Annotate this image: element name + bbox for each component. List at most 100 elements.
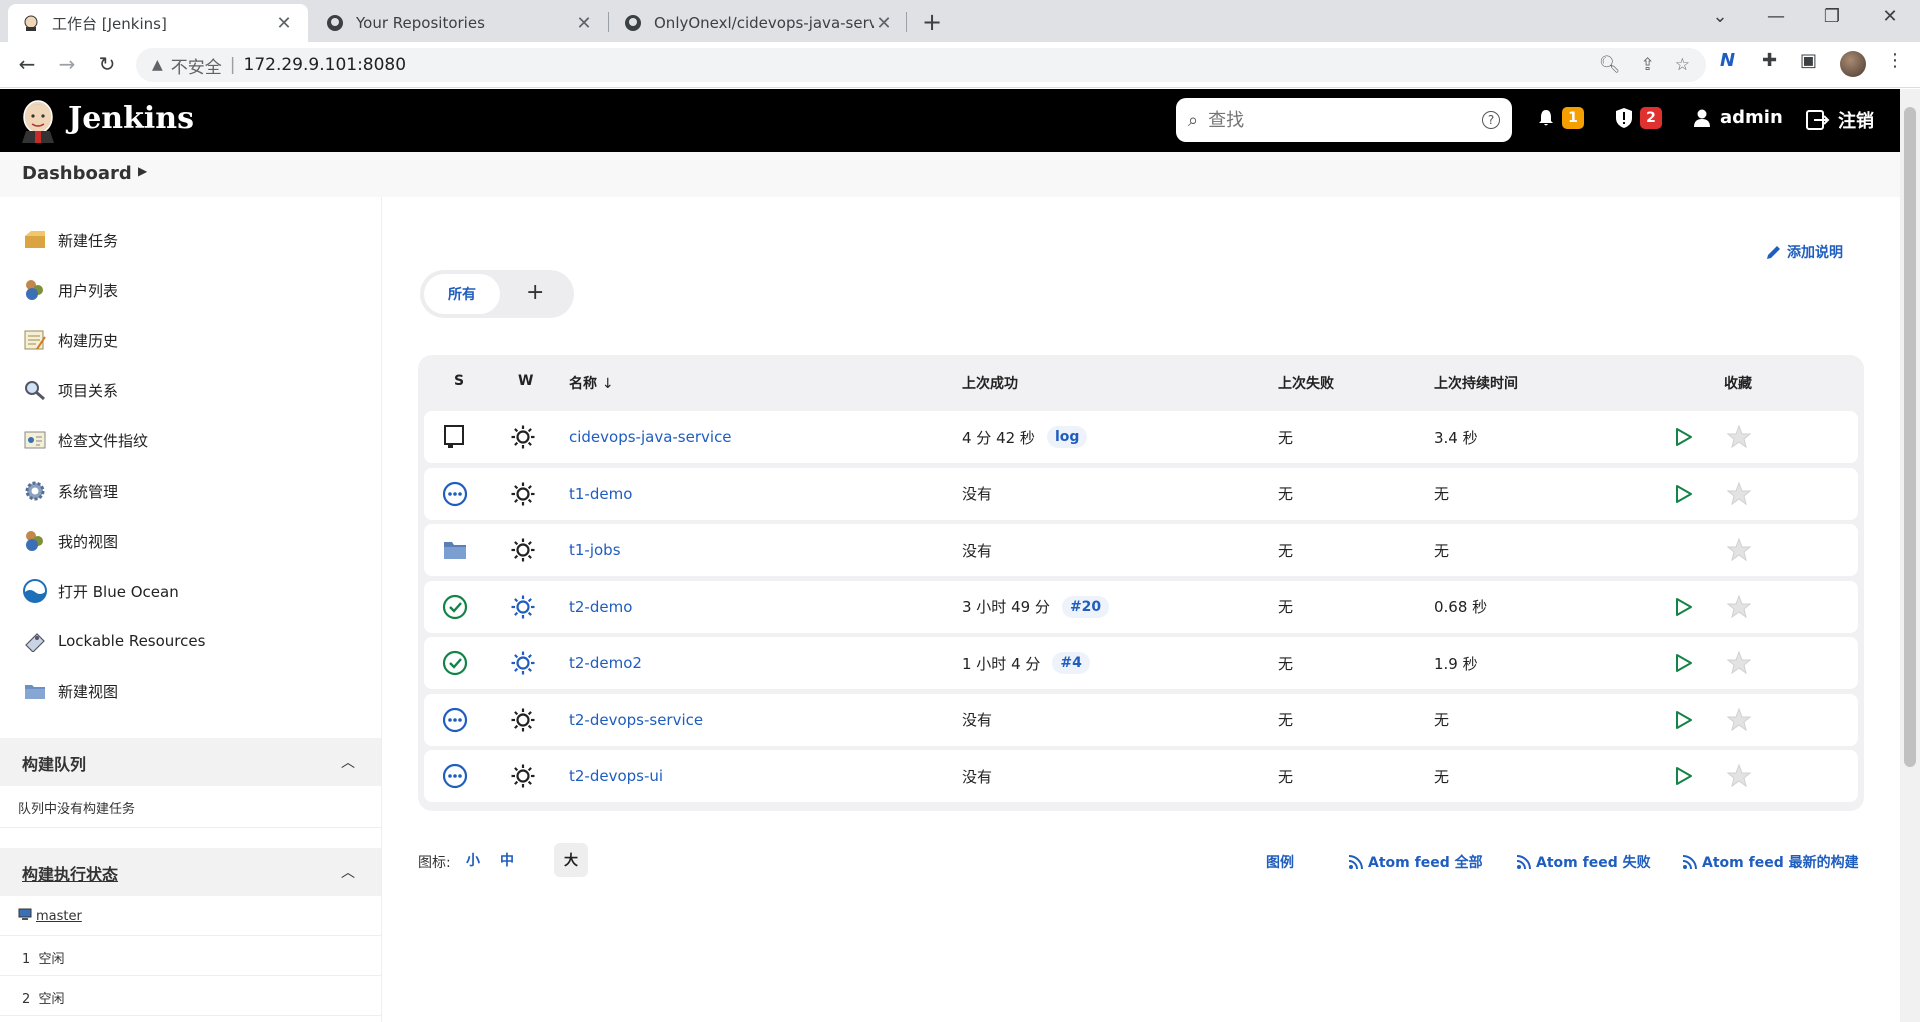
play-build-icon[interactable] [1672,411,1694,463]
icon-size-small-button[interactable]: 小 [456,843,490,877]
job-name-link[interactable]: t2-demo2 [569,637,642,689]
column-last-success[interactable]: 上次成功 [962,373,1018,393]
weather-sunny-icon[interactable] [510,694,536,746]
restore-button[interactable]: ❐ [1812,6,1852,27]
breadcrumb-dashboard[interactable]: Dashboard [22,163,132,184]
sidebar-item-new-item[interactable]: 新建任务 [22,225,118,255]
close-icon[interactable]: ✕ [574,13,594,34]
chevron-up-icon[interactable]: ︿ [341,862,355,882]
executor-node[interactable]: master [18,908,82,925]
favorite-star-icon[interactable] [1726,411,1752,463]
address-bar[interactable]: ▲ 不安全 | 172.29.9.101:8080 🔍︎ ⇪ ☆ [136,48,1706,82]
sidebar-item-build-history[interactable]: 构建历史 [22,325,118,355]
atom-feed-latest-link[interactable]: Atom feed 最新的构建 [1682,852,1859,872]
weather-sunny-icon[interactable] [510,637,536,689]
back-button[interactable]: ← [12,52,42,76]
sidebar-item-new-view[interactable]: 新建视图 [22,676,118,706]
favorite-star-icon[interactable] [1726,524,1752,576]
favorite-star-icon[interactable] [1726,468,1752,520]
sidebar-item-project-relationship[interactable]: 项目关系 [22,375,118,405]
jenkins-logo-icon[interactable] [20,99,56,143]
close-window-button[interactable]: ✕ [1870,6,1910,27]
browser-tab-jenkins[interactable]: 工作台 [Jenkins] ✕ [8,4,308,42]
build-link-pill[interactable]: #20 [1061,595,1110,618]
breadcrumb-arrow-icon[interactable]: ▶ [138,164,147,178]
sidebar-item-fingerprint[interactable]: 检查文件指纹 [22,425,148,455]
weather-sunny-icon[interactable] [510,411,536,463]
job-name-link[interactable]: t1-demo [569,468,632,520]
status-success-icon[interactable] [442,581,468,633]
notifications-button[interactable]: 1 [1536,107,1584,129]
icon-size-large-button[interactable]: 大 [554,843,588,877]
column-status[interactable]: S [454,373,464,389]
column-favorite[interactable]: 收藏 [1724,373,1752,393]
browser-tab-cidevops[interactable]: OnlyOnexl/cidevops-java-serv ✕ [610,4,908,42]
job-name-link[interactable]: t2-devops-service [569,694,703,746]
minimize-button[interactable]: — [1756,6,1796,27]
status-success-icon[interactable] [442,637,468,689]
sidebar-item-lockable-resources[interactable]: Lockable Resources [22,626,205,656]
column-name[interactable]: 名称 ↓ [569,373,614,393]
chevron-up-icon[interactable]: ︿ [341,752,355,772]
search-input[interactable] [1208,109,1482,131]
executors-header[interactable]: 构建执行状态 ︿ [0,848,381,896]
sidebar-item-manage-jenkins[interactable]: 系统管理 [22,476,118,506]
page-scrollbar[interactable] [1900,89,1920,1022]
play-build-icon[interactable] [1672,750,1694,802]
extensions-puzzle-icon[interactable]: ✚ [1762,50,1777,71]
close-icon[interactable]: ✕ [274,13,294,34]
job-name-link[interactable]: cidevops-java-service [569,411,732,463]
atom-feed-failures-link[interactable]: Atom feed 失败 [1516,852,1651,872]
close-icon[interactable]: ✕ [874,13,894,34]
tab-search-icon[interactable]: ⌄ [1700,6,1740,27]
sidebar-item-my-views[interactable]: 我的视图 [22,526,118,556]
add-description-link[interactable]: 添加说明 [1765,242,1843,262]
bookmark-star-icon[interactable]: ☆ [1675,55,1690,75]
share-icon[interactable]: ⇪ [1641,55,1655,75]
security-button[interactable]: 2 [1614,107,1662,129]
job-name-link[interactable]: t1-jobs [569,524,621,576]
logout-button[interactable]: 注销 [1806,107,1874,133]
profile-avatar[interactable] [1840,51,1866,77]
tab-all[interactable]: 所有 [424,274,500,314]
app-title[interactable]: Jenkins [68,101,194,136]
sidebar-item-blue-ocean[interactable]: 打开 Blue Ocean [22,576,179,606]
favorite-star-icon[interactable] [1726,581,1752,633]
build-queue-header[interactable]: 构建队列 ︿ [0,738,381,786]
column-weather[interactable]: W [518,373,533,389]
extension-n-icon[interactable]: N [1720,50,1735,71]
favorite-star-icon[interactable] [1726,750,1752,802]
status-notbuilt-icon[interactable] [442,468,468,520]
status-notbuilt-icon[interactable] [442,750,468,802]
warning-icon[interactable]: ▲ [152,57,163,73]
favorite-star-icon[interactable] [1726,637,1752,689]
side-panel-icon[interactable]: ▣ [1800,50,1817,71]
favorite-star-icon[interactable] [1726,694,1752,746]
weather-sunny-icon[interactable] [510,750,536,802]
help-icon[interactable]: ? [1482,111,1500,129]
weather-sunny-icon[interactable] [510,581,536,633]
play-build-icon[interactable] [1672,694,1694,746]
reload-button[interactable]: ↻ [92,52,122,76]
job-name-link[interactable]: t2-devops-ui [569,750,663,802]
status-folder-icon[interactable] [442,524,468,576]
column-last-failure[interactable]: 上次失败 [1278,373,1334,393]
status-notbuilt-icon[interactable] [442,694,468,746]
weather-sunny-icon[interactable] [510,524,536,576]
column-last-duration[interactable]: 上次持续时间 [1434,373,1518,393]
play-build-icon[interactable] [1672,468,1694,520]
user-menu[interactable]: admin [1692,107,1783,128]
status-pipeline-icon[interactable] [442,411,466,463]
play-build-icon[interactable] [1672,637,1694,689]
browser-tab-repositories[interactable]: Your Repositories ✕ [312,4,608,42]
weather-sunny-icon[interactable] [510,468,536,520]
job-name-link[interactable]: t2-demo [569,581,632,633]
build-link-pill[interactable]: log [1046,426,1088,448]
add-view-button[interactable]: + [526,280,544,305]
atom-feed-all-link[interactable]: Atom feed 全部 [1348,852,1483,872]
legend-link[interactable]: 图例 [1266,852,1294,872]
icon-size-medium-button[interactable]: 中 [490,843,524,877]
build-link-pill[interactable]: #4 [1052,652,1090,674]
sidebar-item-people[interactable]: 用户列表 [22,275,118,305]
new-tab-button[interactable]: + [922,8,942,36]
